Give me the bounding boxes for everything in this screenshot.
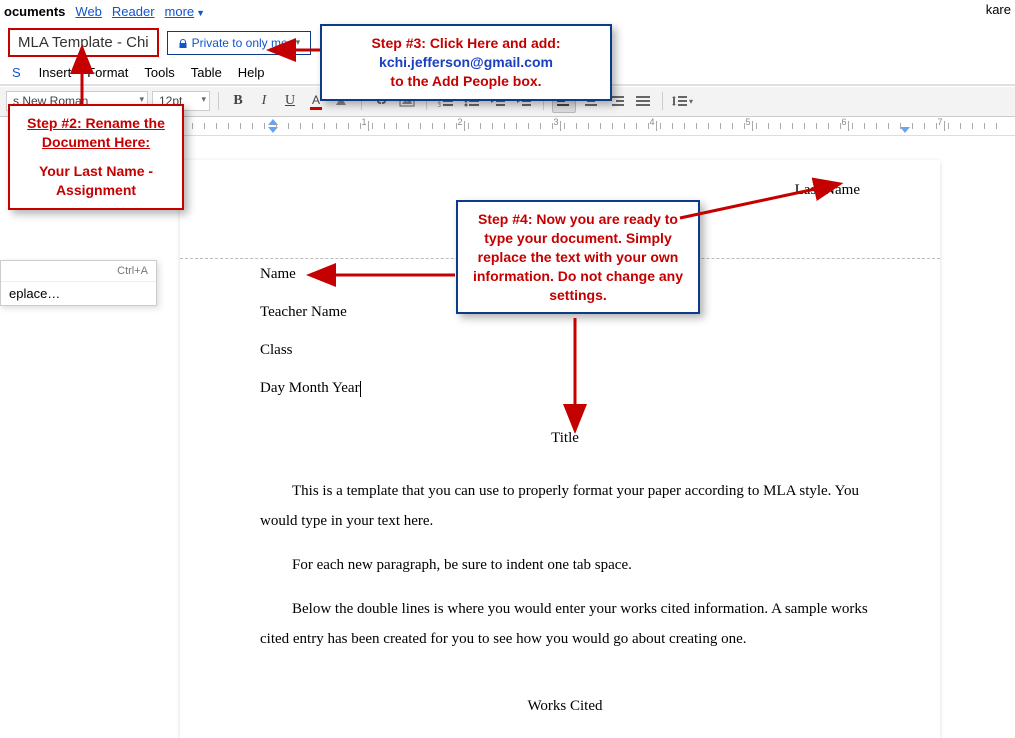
paragraph[interactable]: Below the double lines is where you woul…	[260, 594, 870, 654]
paragraph[interactable]: For each new paragraph, be sure to inden…	[260, 550, 870, 580]
menu-item-replace[interactable]: eplace…	[1, 282, 156, 305]
nav-documents[interactable]: ocuments	[4, 4, 65, 19]
align-justify-button[interactable]	[632, 90, 654, 112]
chevron-down-icon: ▾	[296, 37, 301, 48]
underline-button[interactable]: U	[279, 90, 301, 112]
document-title[interactable]: MLA Template - Chi	[8, 28, 159, 57]
paragraph[interactable]: This is a template that you can use to p…	[260, 476, 870, 536]
nav-reader[interactable]: Reader	[112, 4, 155, 19]
field-class[interactable]: Class	[260, 338, 870, 362]
line-spacing-button[interactable]: ▾	[671, 90, 693, 112]
chevron-down-icon: ▼	[196, 8, 205, 18]
google-bar: ocuments Web Reader more▼ kare	[0, 0, 1015, 22]
bold-button[interactable]: B	[227, 90, 249, 112]
separator	[662, 92, 663, 110]
menu-insert[interactable]: Insert	[39, 65, 72, 80]
menu-prefix: S	[12, 65, 21, 80]
menu-table[interactable]: Table	[191, 65, 222, 80]
annotation-text: to the Add People box.	[334, 72, 598, 91]
header-last-name[interactable]: Last Name	[260, 178, 870, 202]
annotation-text: Step #4: Now you are ready to type your …	[470, 210, 686, 304]
share-label: Private to only me	[192, 36, 288, 50]
shortcut-label: Ctrl+A	[1, 261, 156, 282]
svg-text:3: 3	[438, 103, 441, 107]
nav-web[interactable]: Web	[75, 4, 102, 19]
annotation-text: Step #3: Click Here and add:	[334, 34, 598, 53]
annotation-text: Step #2: Rename the Document Here:	[22, 114, 170, 152]
menu-format[interactable]: Format	[87, 65, 128, 80]
works-cited-heading[interactable]: Works Cited	[260, 694, 870, 718]
separator	[218, 92, 219, 110]
annotation-step4: Step #4: Now you are ready to type your …	[456, 200, 700, 314]
field-date[interactable]: Day Month Year	[260, 376, 870, 400]
ruler[interactable]: 1234567	[180, 117, 1015, 136]
annotation-text: Your Last Name - Assignment	[22, 162, 170, 200]
annotation-step2: Step #2: Rename the Document Here: Your …	[8, 104, 184, 210]
italic-button[interactable]: I	[253, 90, 275, 112]
annotation-email: kchi.jefferson@gmail.com	[334, 53, 598, 72]
menu-help[interactable]: Help	[238, 65, 265, 80]
nav-more[interactable]: more	[165, 4, 195, 19]
text-cursor	[360, 381, 361, 397]
right-indent-marker[interactable]	[900, 127, 910, 133]
user-label: kare	[986, 2, 1011, 17]
share-button[interactable]: Private to only me ▾	[167, 31, 312, 55]
annotation-step3: Step #3: Click Here and add: kchi.jeffer…	[320, 24, 612, 101]
lock-icon	[178, 38, 188, 48]
context-menu: Ctrl+A eplace…	[0, 260, 157, 306]
menu-tools[interactable]: Tools	[144, 65, 174, 80]
document-title-line[interactable]: Title	[260, 426, 870, 450]
